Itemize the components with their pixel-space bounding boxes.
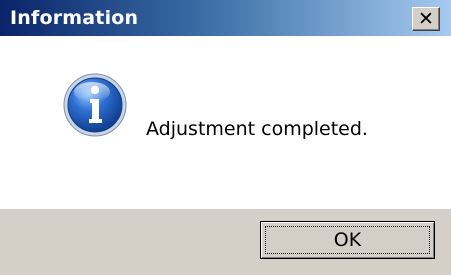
dialog-titlebar[interactable]: Information ✕ <box>0 0 451 36</box>
dialog-title: Information <box>10 7 139 29</box>
ok-button-label: OK <box>333 229 362 251</box>
information-dialog: Information ✕ Adjustment completed. OK <box>0 0 451 275</box>
close-button[interactable]: ✕ <box>412 7 440 31</box>
dialog-message: Adjustment completed. <box>146 118 368 140</box>
close-icon: ✕ <box>418 8 434 30</box>
information-icon <box>63 73 127 137</box>
ok-button[interactable]: OK <box>260 221 435 259</box>
